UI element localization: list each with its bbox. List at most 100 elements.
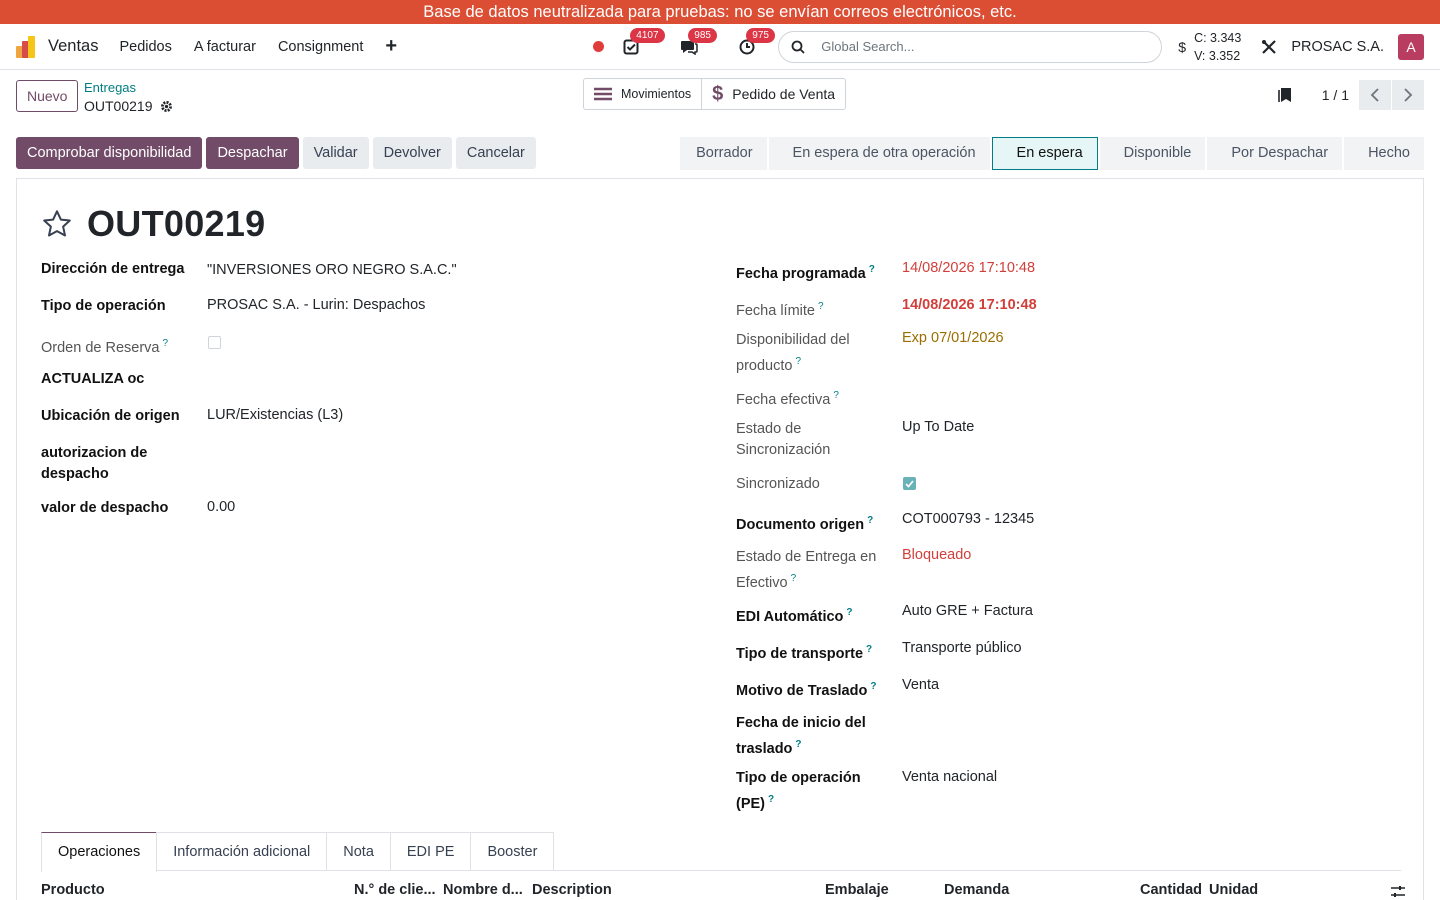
status-bar: Comprobar disponibilidad Despachar Valid… [16, 137, 1424, 170]
label-estado-entrega: Estado de Entrega en Efectivo? [736, 549, 877, 591]
col-cantidad[interactable]: Cantidad [1140, 882, 1202, 898]
clock-icon[interactable]: 975 [738, 27, 775, 56]
col-embalaje[interactable]: Embalaje [825, 882, 889, 898]
label-disponibilidad: Disponibilidad del producto? [736, 332, 850, 374]
gear-icon[interactable] [160, 100, 173, 113]
form-sheet: OUT00219 Dirección de entrega "INVERSION… [16, 178, 1424, 900]
label-ubicacion-origen: Ubicación de origen [41, 408, 180, 424]
pager: 1 / 1 [1277, 80, 1424, 110]
tools-icon[interactable] [1261, 39, 1277, 55]
stage-por-despachar[interactable]: Por Despachar [1207, 137, 1343, 170]
app-logo-icon[interactable] [16, 35, 38, 58]
user-avatar[interactable]: A [1398, 33, 1424, 60]
label-fecha-programada: Fecha programada? [736, 264, 875, 282]
label-documento-origen: Documento origen? [736, 515, 874, 533]
orden-reserva-checkbox[interactable] [208, 336, 221, 349]
col-n-cliente[interactable]: N.° de clie... [354, 882, 436, 898]
label-actualiza-oc: ACTUALIZA oc [41, 371, 145, 387]
col-producto[interactable]: Producto [41, 882, 105, 898]
value-motivo-traslado[interactable]: Venta [902, 677, 939, 693]
star-icon[interactable] [41, 208, 73, 240]
col-nombre[interactable]: Nombre d... [443, 882, 523, 898]
stage-hecho[interactable]: Hecho [1344, 137, 1424, 170]
tab-informacion-adicional[interactable]: Información adicional [156, 832, 328, 870]
pager-next-button[interactable] [1392, 80, 1424, 110]
breadcrumb-entregas[interactable]: Entregas [84, 80, 136, 95]
menu-pedidos[interactable]: Pedidos [119, 39, 171, 55]
global-search [778, 30, 1163, 63]
notebook-tabs: Operaciones Información adicional Nota E… [41, 832, 1401, 872]
clock-badge: 975 [746, 27, 775, 43]
record-dot-icon[interactable] [593, 41, 605, 52]
label-tipo-operacion-pe: Tipo de operación (PE)? [736, 770, 861, 812]
rate-sell: V: 3.352 [1194, 48, 1241, 63]
sincronizado-checkbox[interactable] [903, 477, 916, 490]
top-navbar: Ventas Pedidos A facturar Consignment + … [0, 24, 1440, 70]
value-tipo-operacion-pe[interactable]: Venta nacional [902, 769, 997, 785]
value-fecha-programada[interactable]: 14/08/2026 17:10:48 [902, 260, 1035, 276]
breadcrumb-record: OUT00219 [84, 98, 173, 114]
cancel-button[interactable]: Cancelar [455, 137, 536, 169]
dollar-icon: $ [712, 82, 724, 105]
bookmark-icon[interactable] [1277, 87, 1292, 103]
value-valor-despacho[interactable]: 0.00 [207, 499, 235, 515]
app-name[interactable]: Ventas [48, 37, 98, 56]
value-ubicacion-origen[interactable]: LUR/Existencias (L3) [207, 407, 343, 423]
value-fecha-limite[interactable]: 14/08/2026 17:10:48 [902, 297, 1037, 313]
check-availability-button[interactable]: Comprobar disponibilidad [16, 137, 203, 169]
tab-operaciones[interactable]: Operaciones [41, 832, 158, 872]
label-edi-automatico: EDI Automático? [736, 607, 853, 625]
value-edi-automatico[interactable]: Auto GRE + Factura [902, 603, 1033, 619]
label-valor-despacho: valor de despacho [41, 500, 169, 516]
return-button[interactable]: Devolver [372, 137, 452, 169]
menu-consignment[interactable]: Consignment [278, 39, 363, 55]
value-tipo-transporte[interactable]: Transporte público [902, 640, 1022, 656]
value-tipo-operacion[interactable]: PROSAC S.A. - Lurin: Despachos [207, 297, 425, 313]
pager-prev-button[interactable] [1359, 80, 1391, 110]
pager-count[interactable]: 1 / 1 [1322, 87, 1349, 103]
plus-icon[interactable]: + [385, 35, 397, 58]
stage-borrador[interactable]: Borrador [680, 137, 767, 170]
col-unidad[interactable]: Unidad [1209, 882, 1258, 898]
tab-edi-pe[interactable]: EDI PE [389, 832, 472, 870]
stage-espera-otra[interactable]: En espera de otra operación [768, 137, 990, 170]
col-demanda[interactable]: Demanda [944, 882, 1009, 898]
value-estado-entrega: Bloqueado [902, 547, 972, 563]
stage-disponible[interactable]: Disponible [1099, 137, 1206, 170]
label-orden-reserva: Orden de Reserva? [41, 338, 169, 356]
search-icon [791, 40, 805, 54]
validate-button[interactable]: Validar [302, 137, 369, 169]
smart-buttons: Movimientos $ Pedido de Venta [583, 78, 847, 110]
company-switcher[interactable]: PROSAC S.A. [1291, 39, 1384, 55]
activities-badge: 4107 [630, 27, 665, 43]
rate-buy: C: 3.343 [1194, 30, 1242, 45]
field-direccion: Dirección de entrega [41, 259, 184, 280]
dollar-icon: $ [1178, 38, 1187, 55]
label-sincronizado: Sincronizado [736, 476, 820, 492]
activities-icon[interactable]: 4107 [622, 27, 665, 56]
menu-a-facturar[interactable]: A facturar [194, 39, 256, 55]
value-direccion[interactable]: "INVERSIONES ORO NEGRO S.A.C." [207, 260, 457, 281]
column-settings-icon[interactable] [1391, 885, 1405, 900]
label-fecha-inicio: Fecha de inicio del traslado? [736, 715, 866, 757]
record-title: OUT00219 [87, 203, 266, 244]
label-direccion: Dirección de entrega [41, 261, 185, 277]
value-documento-origen[interactable]: COT000793 - 12345 [902, 511, 1034, 527]
messages-icon[interactable]: 985 [680, 27, 717, 56]
label-tipo-operacion: Tipo de operación [41, 298, 166, 314]
pedido-venta-button[interactable]: $ Pedido de Venta [701, 79, 845, 109]
stage-en-espera[interactable]: En espera [991, 137, 1098, 170]
list-icon [594, 87, 612, 101]
movimientos-button[interactable]: Movimientos [584, 79, 701, 109]
label-fecha-limite: Fecha límite? [736, 301, 824, 319]
tab-nota[interactable]: Nota [326, 832, 391, 870]
exchange-rates[interactable]: $ C: 3.343 V: 3.352 [1178, 29, 1241, 65]
dispatch-button[interactable]: Despachar [206, 137, 299, 169]
value-estado-sync: Up To Date [902, 419, 975, 435]
label-autorizacion: autorizacion de despacho [41, 445, 148, 482]
label-tipo-transporte: Tipo de transporte? [736, 644, 873, 662]
col-description[interactable]: Description [532, 882, 612, 898]
search-input[interactable] [821, 39, 1142, 54]
new-button[interactable]: Nuevo [16, 80, 79, 112]
tab-booster[interactable]: Booster [470, 832, 555, 870]
